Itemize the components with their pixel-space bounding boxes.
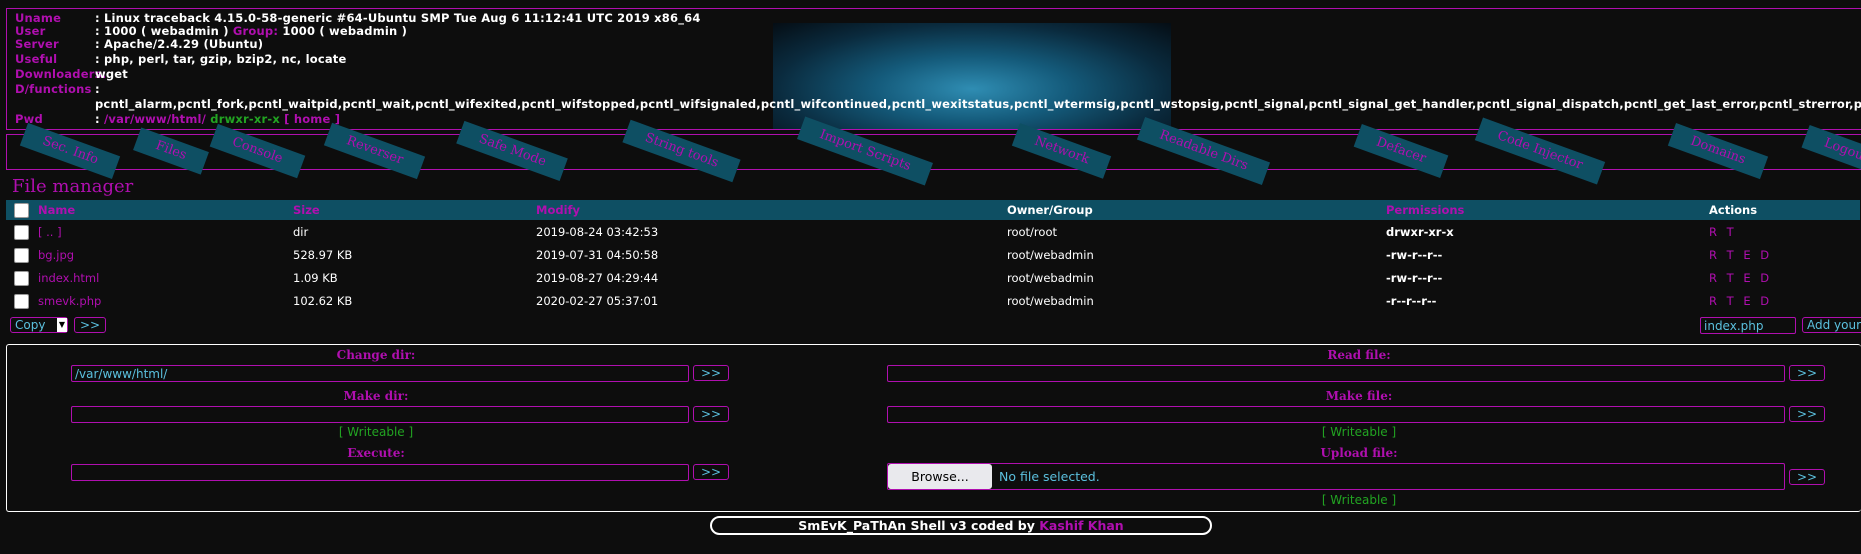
read-file-go[interactable]: >> bbox=[1789, 365, 1825, 381]
nav-files[interactable]: Files bbox=[133, 127, 209, 175]
file-actions[interactable]: R T E D bbox=[1709, 267, 1772, 290]
file-owner: root/webadmin bbox=[1007, 294, 1094, 308]
execute-go[interactable]: >> bbox=[693, 464, 729, 480]
file-actions[interactable]: R T bbox=[1709, 221, 1737, 244]
change-dir-input[interactable]: /var/www/html/ bbox=[71, 365, 689, 382]
file-table-header: Name Size Modify Owner/Group Permissions… bbox=[6, 200, 1860, 220]
file-size: 1.09 KB bbox=[293, 271, 338, 285]
file-modified: 2019-08-27 04:29:44 bbox=[536, 271, 659, 285]
footer: SmEvK_PaThAn Shell v3 coded by Kashif Kh… bbox=[710, 516, 1212, 535]
author-link[interactable]: Kashif Khan bbox=[1039, 518, 1123, 533]
nav-sec-info[interactable]: Sec. Info bbox=[19, 122, 121, 180]
nav-domains[interactable]: Domains bbox=[1667, 123, 1768, 179]
col-permissions-sort[interactable]: Permissions bbox=[1386, 200, 1464, 220]
bulk-action-select[interactable]: Copy ▼ bbox=[10, 317, 68, 333]
file-size: dir bbox=[293, 225, 309, 239]
file-owner: root/webadmin bbox=[1007, 271, 1094, 285]
nav-logout[interactable]: Logout bbox=[1801, 124, 1861, 178]
file-perms: drwxr-xr-x bbox=[1386, 225, 1454, 239]
col-owner: Owner/Group bbox=[1007, 203, 1093, 217]
file-modified: 2020-02-27 05:37:01 bbox=[536, 294, 659, 308]
change-dir-go[interactable]: >> bbox=[693, 365, 729, 381]
pwd-path-link[interactable]: /var/www/html/ bbox=[104, 112, 206, 126]
make-file-writeable: [ Writeable ] bbox=[1321, 425, 1397, 439]
make-dir-label: Make dir: bbox=[343, 389, 409, 403]
col-name-sort[interactable]: Name bbox=[38, 200, 75, 220]
execute-input[interactable] bbox=[71, 464, 689, 481]
file-name-link[interactable]: [ .. ] bbox=[38, 221, 62, 244]
make-dir-writeable: [ Writeable ] bbox=[338, 425, 414, 439]
file-perms: -rw-r--r-- bbox=[1386, 248, 1443, 262]
nav-network[interactable]: Network bbox=[1011, 123, 1112, 179]
file-owner: root/webadmin bbox=[1007, 248, 1094, 262]
file-actions[interactable]: R T E D bbox=[1709, 290, 1772, 313]
file-size: 528.97 KB bbox=[293, 248, 353, 262]
file-perms: -r--r--r-- bbox=[1386, 294, 1437, 308]
bulk-go-button[interactable]: >> bbox=[74, 317, 106, 333]
file-name-link[interactable]: index.html bbox=[38, 267, 99, 290]
read-file-label: Read file: bbox=[1327, 348, 1391, 362]
execute-label: Execute: bbox=[347, 446, 405, 460]
file-modified: 2019-08-24 03:42:53 bbox=[536, 225, 659, 239]
file-owner: root/root bbox=[1007, 225, 1057, 239]
col-size-sort[interactable]: Size bbox=[293, 200, 320, 220]
file-perms: -rw-r--r-- bbox=[1386, 271, 1443, 285]
col-modify-sort[interactable]: Modify bbox=[536, 200, 580, 220]
tools-panel: Change dir: /var/www/html/ >> Make dir: … bbox=[6, 344, 1861, 512]
upload-writeable: [ Writeable ] bbox=[1321, 493, 1397, 507]
upload-file-label: Upload file: bbox=[1320, 446, 1398, 460]
disabled-functions-list: pcntl_alarm,pcntl_fork,pcntl_waitpid,pcn… bbox=[95, 97, 1861, 111]
browse-button[interactable]: Browse... bbox=[888, 464, 992, 489]
banner-image bbox=[773, 23, 1171, 129]
row-checkbox[interactable] bbox=[14, 294, 29, 309]
make-file-go[interactable]: >> bbox=[1789, 406, 1825, 422]
make-dir-go[interactable]: >> bbox=[693, 406, 729, 422]
col-actions: Actions bbox=[1709, 203, 1758, 217]
nav-defacer[interactable]: Defacer bbox=[1353, 124, 1449, 178]
change-dir-label: Change dir: bbox=[336, 348, 416, 362]
new-file-input[interactable]: index.php bbox=[1700, 317, 1796, 334]
chevron-down-icon: ▼ bbox=[57, 318, 67, 332]
table-row: index.html 1.09 KB 2019-08-27 04:29:44 r… bbox=[6, 267, 1860, 290]
nav-console[interactable]: Console bbox=[209, 123, 305, 179]
make-file-input[interactable] bbox=[887, 406, 1785, 423]
row-checkbox[interactable] bbox=[14, 225, 29, 240]
table-row: bg.jpg 528.97 KB 2019-07-31 04:50:58 roo… bbox=[6, 244, 1860, 267]
file-actions[interactable]: R T E D bbox=[1709, 244, 1772, 267]
file-modified: 2019-07-31 04:50:58 bbox=[536, 248, 659, 262]
file-name-link[interactable]: smevk.php bbox=[38, 290, 101, 313]
table-row: [ .. ] dir 2019-08-24 03:42:53 root/root… bbox=[6, 221, 1860, 244]
make-dir-input[interactable] bbox=[71, 406, 689, 423]
main-nav: Sec. Info Files Console Reverser Safe Mo… bbox=[6, 116, 1861, 186]
file-size: 102.62 KB bbox=[293, 294, 353, 308]
nav-reverser[interactable]: Reverser bbox=[323, 122, 426, 180]
file-name-link[interactable]: bg.jpg bbox=[38, 244, 74, 267]
no-file-text: No file selected. bbox=[999, 469, 1100, 484]
make-file-label: Make file: bbox=[1325, 389, 1393, 403]
table-row: smevk.php 102.62 KB 2020-02-27 05:37:01 … bbox=[6, 290, 1860, 313]
upload-file-field: Browse... No file selected. bbox=[887, 463, 1785, 490]
read-file-input[interactable] bbox=[887, 365, 1785, 382]
row-checkbox[interactable] bbox=[14, 248, 29, 263]
select-all-checkbox[interactable] bbox=[14, 203, 29, 218]
file-manager-title: File manager bbox=[12, 176, 134, 197]
row-checkbox[interactable] bbox=[14, 271, 29, 286]
add-file-button[interactable]: Add your bbox=[1802, 317, 1861, 333]
upload-go[interactable]: >> bbox=[1789, 469, 1825, 485]
server-info-panel: Uname : Linux traceback 4.15.0-58-generi… bbox=[6, 8, 1861, 130]
